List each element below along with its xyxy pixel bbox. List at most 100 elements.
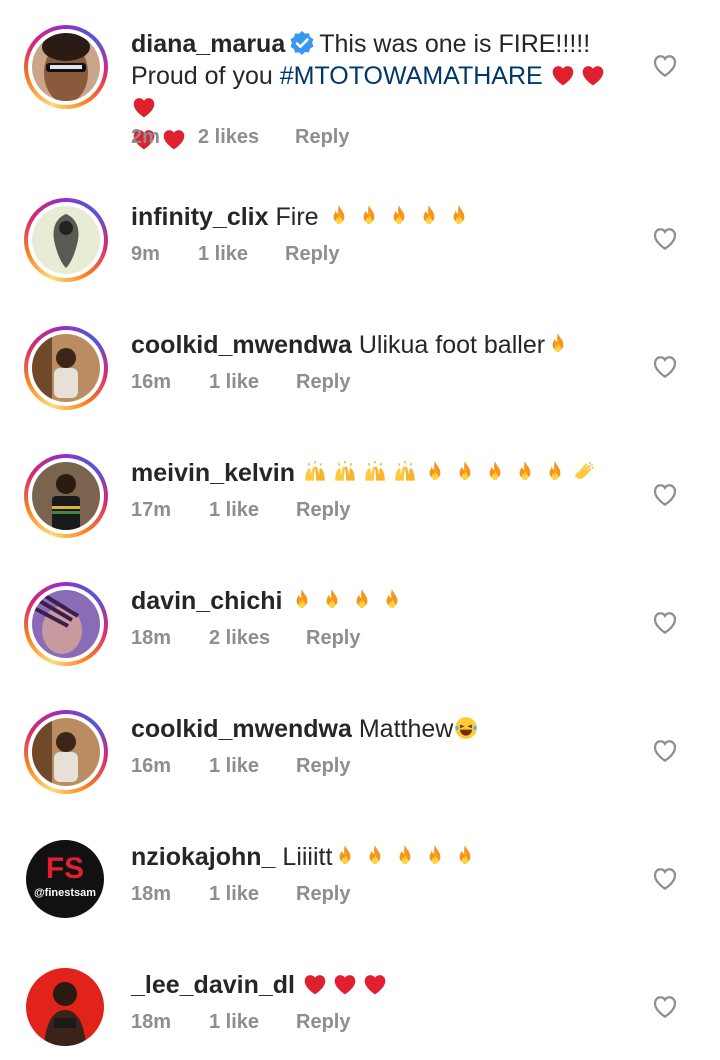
comment-username[interactable]: davin_chichi: [131, 587, 282, 615]
reply-button[interactable]: Reply: [296, 1011, 350, 1034]
fire-emoji-icon: [386, 203, 412, 229]
comment-username[interactable]: _lee_davin_dl: [131, 971, 295, 999]
comment-time: 18m: [131, 627, 172, 649]
likes-count[interactable]: 2 likes: [209, 627, 270, 650]
avatar-abstract-figure-icon: [32, 206, 100, 274]
comment-time: 9m: [131, 243, 160, 265]
fire-emoji-icon: [452, 843, 478, 869]
fire-emoji-icon: [452, 459, 478, 485]
comment-username[interactable]: diana_marua: [131, 30, 285, 58]
comment-username[interactable]: coolkid_mwendwa: [131, 331, 352, 359]
comment-username[interactable]: infinity_clix: [131, 203, 269, 231]
reply-button[interactable]: Reply: [295, 126, 349, 149]
likes-count[interactable]: 1 like: [198, 243, 248, 266]
fire-emoji-icon: [289, 587, 315, 613]
fire-emoji-icon: [379, 587, 405, 613]
comment-time: 16m: [131, 371, 172, 393]
clap-emoji-icon: [572, 459, 598, 485]
like-heart-icon[interactable]: [650, 351, 680, 381]
likes-count[interactable]: 2 likes: [198, 126, 259, 149]
avatar[interactable]: [24, 25, 108, 109]
likes-count[interactable]: 1 like: [209, 883, 259, 906]
avatar-person-red-icon: [26, 968, 104, 1046]
avatar-boy-striped-shirt-icon: [32, 462, 100, 530]
comment-text: Matthew: [358, 715, 454, 743]
like-heart-icon[interactable]: [650, 479, 680, 509]
fire-emoji-icon: [332, 843, 358, 869]
comment-time: 18m: [131, 1011, 172, 1033]
fire-emoji-icon: [542, 459, 568, 485]
like-heart-icon[interactable]: [650, 607, 680, 637]
reply-button[interactable]: Reply: [296, 755, 350, 778]
avatar[interactable]: [24, 198, 108, 282]
comment-emojis: [302, 459, 602, 487]
fire-emoji-icon: [392, 843, 418, 869]
comment-username[interactable]: coolkid_mwendwa: [131, 715, 352, 743]
like-heart-icon[interactable]: [650, 991, 680, 1021]
comment-emojis: [545, 331, 575, 359]
comment-time: 18m: [131, 883, 172, 905]
verified-badge-icon: [289, 30, 315, 56]
fire-emoji-icon: [349, 587, 375, 613]
likes-count[interactable]: 1 like: [209, 499, 259, 522]
like-heart-icon[interactable]: [650, 223, 680, 253]
comment-text: Proud of you: [131, 62, 273, 90]
like-heart-icon[interactable]: [650, 863, 680, 893]
avatar-sunglasses-woman-icon: [32, 33, 100, 101]
fire-emoji-icon: [482, 459, 508, 485]
like-heart-icon[interactable]: [650, 735, 680, 765]
reply-button[interactable]: Reply: [285, 243, 339, 266]
avatar[interactable]: [24, 454, 108, 538]
reply-button[interactable]: Reply: [296, 371, 350, 394]
avatar-logo-small: @finestsam: [34, 887, 96, 899]
heart-emoji-icon: [550, 62, 576, 88]
comment-text: Liiiitt: [282, 843, 333, 871]
comment-username[interactable]: nziokajohn_: [131, 843, 275, 871]
fire-emoji-icon: [545, 331, 571, 357]
reply-button[interactable]: Reply: [306, 627, 360, 650]
hashtag-link[interactable]: #MTOTOWAMATHARE: [280, 62, 543, 90]
avatar-boy-smiling-icon: [32, 718, 100, 786]
reply-button[interactable]: Reply: [296, 499, 350, 522]
comment-time: 16m: [131, 755, 172, 777]
fire-emoji-icon: [362, 843, 388, 869]
avatar-logo-big: FS: [46, 852, 84, 885]
comment-emojis: [302, 971, 392, 999]
comment-text: Ulikua foot baller: [358, 331, 546, 359]
like-heart-icon[interactable]: [650, 50, 680, 80]
avatar[interactable]: [24, 326, 108, 410]
raised-hands-emoji-icon: [362, 459, 388, 485]
reply-button[interactable]: Reply: [296, 883, 350, 906]
heart-emoji-icon: [161, 126, 187, 152]
avatar-woman-braids-icon: [32, 590, 100, 658]
likes-count[interactable]: 1 like: [209, 755, 259, 778]
fire-emoji-icon: [319, 587, 345, 613]
likes-count[interactable]: 1 like: [209, 371, 259, 394]
likes-count[interactable]: 1 like: [209, 1011, 259, 1034]
avatar[interactable]: FS @finestsam: [24, 838, 108, 922]
comment-time: 17m: [131, 499, 172, 521]
heart-emoji-icon: [332, 971, 358, 997]
heart-emoji-icon: [302, 971, 328, 997]
comment-username[interactable]: meivin_kelvin: [131, 459, 295, 487]
avatar-fs-logo-icon: FS @finestsam: [26, 840, 104, 918]
comment-emojis: [453, 715, 483, 743]
avatar-boy-smiling-icon: [32, 334, 100, 402]
fire-emoji-icon: [446, 203, 472, 229]
raised-hands-emoji-icon: [332, 459, 358, 485]
raised-hands-emoji-icon: [302, 459, 328, 485]
avatar[interactable]: [24, 582, 108, 666]
avatar[interactable]: [24, 966, 108, 1050]
heart-emoji-icon: [362, 971, 388, 997]
fire-emoji-icon: [326, 203, 352, 229]
avatar[interactable]: [24, 710, 108, 794]
comment-text: This was one is FIRE!!!!!: [319, 30, 591, 58]
fire-emoji-icon: [356, 203, 382, 229]
fire-emoji-icon: [512, 459, 538, 485]
comment-emojis: [289, 587, 409, 615]
comment-time: 2m: [131, 126, 160, 148]
comment-text: Fire: [275, 203, 319, 231]
comment-emojis: [332, 843, 482, 871]
fire-emoji-icon: [422, 459, 448, 485]
comment-emojis: [326, 203, 476, 231]
